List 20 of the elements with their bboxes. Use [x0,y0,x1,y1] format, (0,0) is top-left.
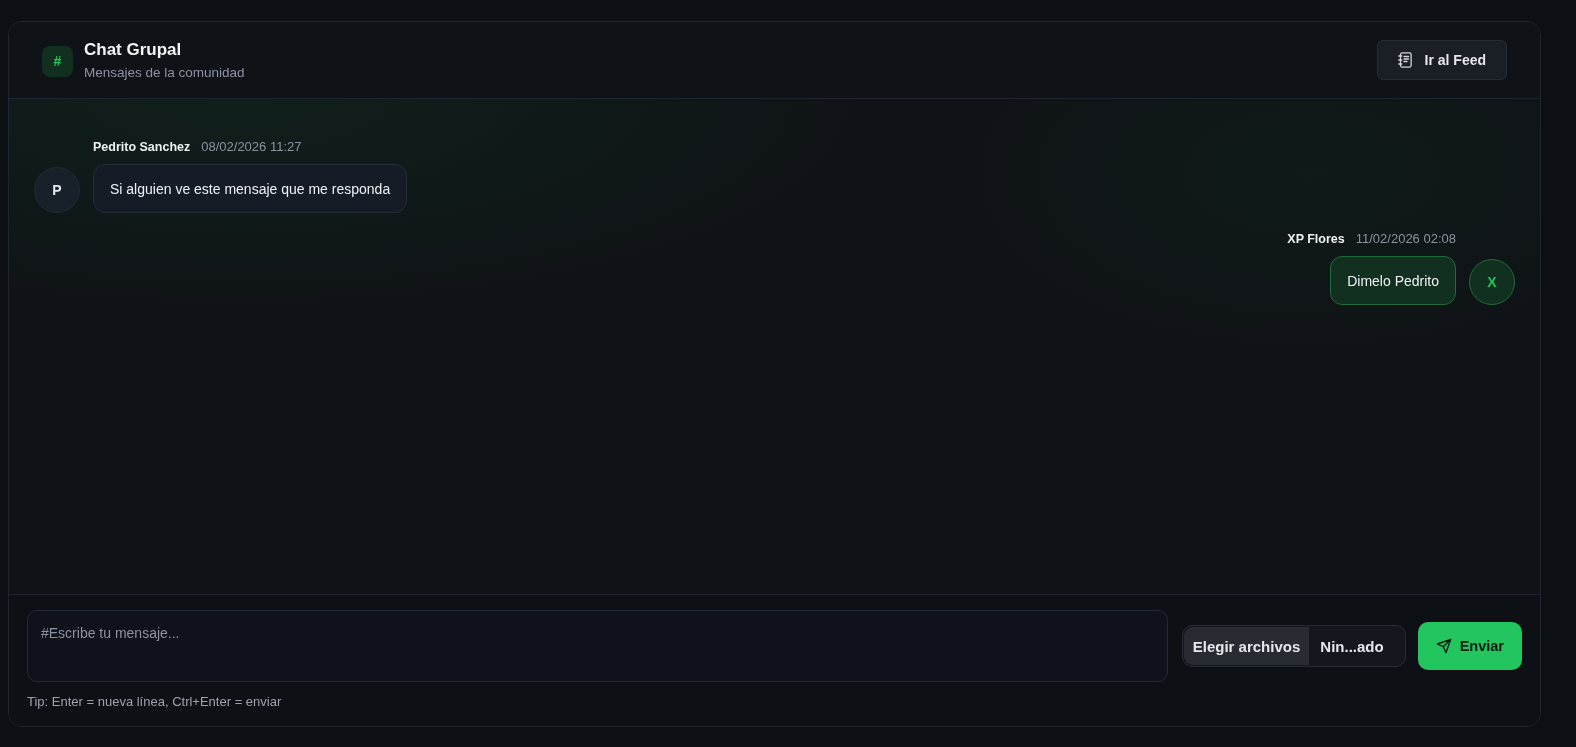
send-button[interactable]: Enviar [1417,622,1522,670]
message-time: 11/02/2026 02:08 [1355,231,1456,246]
feed-button[interactable]: Ir al Feed [1376,40,1507,80]
user-avatar: X [1469,259,1515,305]
message-time: 08/02/2026 11:27 [201,139,302,154]
file-status-text: Nin...ado [1319,637,1385,655]
user-avatar: P [34,167,80,213]
send-icon [1435,638,1452,654]
message-bubble: Si alguien ve este mensaje que me responda [93,164,408,213]
chat-title: Chat Grupal [84,39,183,60]
hash-icon: # [42,45,73,77]
chat-subtitle: Mensajes de la comunidad [84,64,245,81]
notebook-icon [1397,52,1412,68]
choose-files-button[interactable]: Elegir archivos [1183,627,1310,665]
message-input[interactable]: #Escribe tu mensaje... [27,610,1168,682]
message-bubble: Dimelo Pedrito [1330,256,1456,305]
author-name: Pedrito Sanchez [93,140,191,154]
author-name: XP Flores [1287,232,1345,246]
file-input[interactable]: Elegir archivos Nin...ado [1181,625,1406,667]
tip-text: Tip: Enter = nueva línea, Ctrl+Enter = enviar [27,694,283,709]
